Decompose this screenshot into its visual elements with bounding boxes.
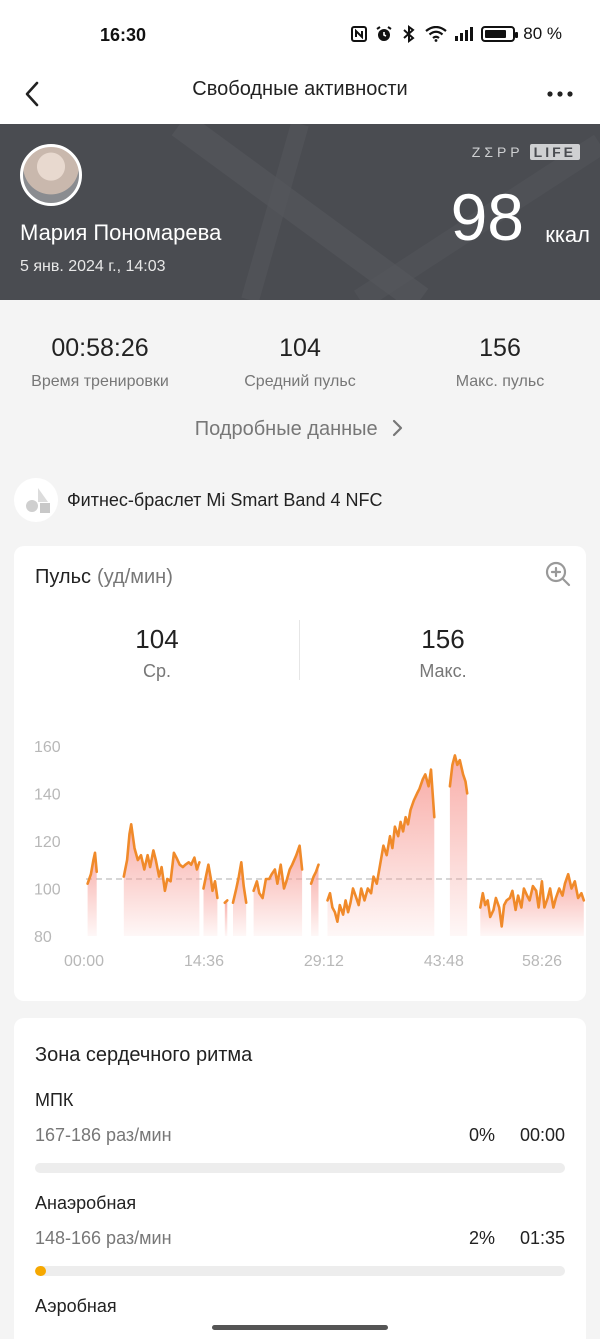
hr-avg-value: 104: [135, 624, 179, 654]
device-name: Фитнес-браслет Mi Smart Band 4 NFC: [67, 490, 383, 510]
chevron-right-icon: [393, 419, 403, 437]
user-name: Мария Пономарева: [20, 220, 222, 245]
activity-hero: Мария Пономарева 5 янв. 2024 г., 14:03 Z…: [0, 124, 600, 300]
stat-value: 156: [479, 334, 521, 362]
device-row[interactable]: Фитнес-браслет Mi Smart Band 4 NFC: [0, 474, 600, 530]
status-icons: 80 %: [351, 24, 562, 44]
x-tick-label: 14:36: [184, 953, 224, 966]
heart-rate-chart[interactable]: 160 140 120 100 80 00:00 14:36 29:12 43:48 58:26: [14, 726, 586, 966]
alarm-icon: [376, 26, 392, 41]
series-area: [123, 824, 200, 936]
y-tick-label: 100: [34, 881, 61, 898]
zone-percent: 0%: [468, 1125, 495, 1145]
zone-item: Аэробная: [35, 1296, 565, 1317]
heart-zone-title: Зона сердечного ритма: [35, 1044, 253, 1066]
x-tick-label: 00:00: [64, 953, 104, 966]
zone-range: 167-186 раз/мин: [35, 1125, 172, 1145]
zone-item: МПК 167-186 раз/мин 0% 00:00: [35, 1090, 565, 1173]
stat-label: Время тренировки: [31, 373, 169, 390]
page-title: Свободные активности: [192, 78, 408, 100]
cell-signal-icon: [455, 27, 474, 41]
bluetooth-icon: [403, 25, 415, 43]
hr-max: 156 Макс.: [300, 624, 586, 682]
zoom-in-icon: [545, 561, 571, 587]
zone-name: Аэробная: [35, 1296, 117, 1316]
nfc-icon: [351, 26, 368, 42]
summary-stats: 00:58:26 Время тренировки 104 Средний пу…: [0, 300, 600, 470]
series-line: [223, 899, 229, 904]
nav-bar: Свободные активности: [0, 68, 600, 124]
x-tick-label: 58:26: [522, 953, 562, 966]
heart-rate-title: Пульс (уд/мин): [35, 566, 173, 589]
zone-name: МПК: [35, 1090, 74, 1110]
stat-label: Средний пульс: [244, 373, 356, 390]
wifi-icon: [425, 26, 447, 42]
brand-logo-life: LIFE: [529, 144, 580, 160]
stat-avg-hr: 104 Средний пульс: [200, 334, 400, 391]
stat-duration: 00:58:26 Время тренировки: [0, 334, 200, 391]
heart-rate-card: Пульс (уд/мин) 104 Ср. 156 Макс. 160 140 12…: [14, 546, 586, 1001]
hr-max-value: 156: [421, 624, 465, 654]
hr-max-label: Макс.: [419, 661, 467, 681]
stat-value: 00:58:26: [51, 334, 149, 362]
y-tick-label: 160: [34, 739, 61, 756]
zone-progress-bar: [35, 1266, 565, 1276]
stat-value: 104: [279, 334, 321, 362]
heart-rate-title-text: Пульс: [35, 566, 92, 588]
brand-logo-zepp: ZΣPP: [471, 144, 524, 160]
more-button[interactable]: [540, 74, 580, 114]
zone-item: Анаэробная 148-166 раз/мин 2% 01:35: [35, 1193, 565, 1276]
zoom-button[interactable]: [544, 560, 572, 588]
hr-avg: 104 Ср.: [14, 624, 300, 682]
brand-logo: ZΣPP LIFE: [472, 144, 580, 160]
series-area: [224, 900, 228, 936]
details-link-label: Подробные данные: [194, 418, 378, 440]
y-tick-label: 120: [34, 834, 61, 851]
stat-label: Макс. пульс: [455, 373, 545, 390]
y-tick-label: 140: [34, 786, 61, 803]
more-dots-icon: [547, 91, 573, 97]
avatar[interactable]: [20, 144, 82, 206]
hr-avg-label: Ср.: [142, 661, 171, 681]
y-tick-label: 80: [34, 929, 52, 946]
zone-name: Анаэробная: [35, 1193, 137, 1213]
zone-time: 01:35: [519, 1228, 565, 1248]
x-tick-label: 29:12: [304, 953, 344, 966]
home-indicator[interactable]: [212, 1325, 388, 1330]
battery-icon: [481, 26, 519, 42]
series-area: [480, 874, 584, 936]
device-icon: [14, 478, 58, 522]
zone-progress-fill: [35, 1266, 46, 1276]
zone-range: 148-166 раз/мин: [35, 1228, 172, 1248]
battery-percent: 80 %: [523, 24, 562, 43]
stat-max-hr: 156 Макс. пульс: [400, 334, 600, 391]
heart-zone-card: Зона сердечного ритма МПК 167-186 раз/ми…: [14, 1018, 586, 1339]
heart-rate-unit: (уд/мин): [97, 566, 173, 588]
details-link[interactable]: Подробные данные: [0, 418, 600, 441]
status-bar: 16:30 80 %: [0, 0, 600, 68]
activity-date: 5 янв. 2024 г., 14:03: [20, 258, 166, 275]
x-tick-label: 43:48: [424, 953, 464, 966]
zone-time: 00:00: [519, 1125, 565, 1145]
calories-value: 98: [450, 180, 524, 254]
zone-progress-bar: [35, 1163, 565, 1173]
calories-unit: ккал: [545, 222, 590, 247]
status-time: 16:30: [100, 25, 147, 45]
zone-percent: 2%: [468, 1228, 495, 1248]
